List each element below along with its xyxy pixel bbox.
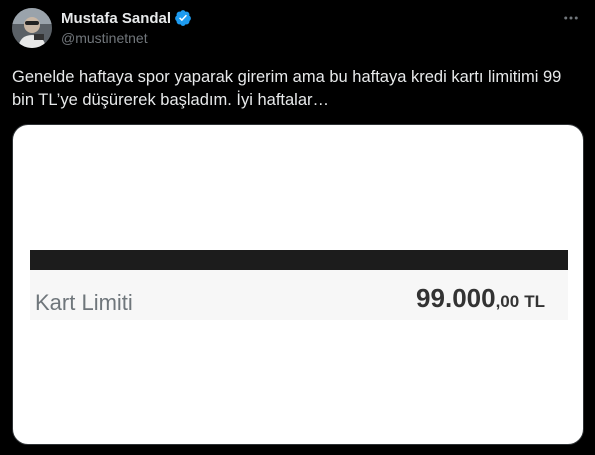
more-icon[interactable]	[561, 8, 581, 28]
card-header-bar	[30, 250, 568, 270]
card-limit-label: Kart Limiti	[35, 290, 133, 315]
amount-currency: TL	[524, 292, 545, 311]
avatar-image	[12, 8, 52, 48]
author-name-row[interactable]: Mustafa Sandal	[61, 9, 192, 27]
avatar[interactable]	[12, 8, 52, 48]
author-display-name[interactable]: Mustafa Sandal	[61, 10, 171, 27]
tweet: Mustafa Sandal @mustinetnet Genelde haft…	[0, 0, 595, 455]
card-limit-amount: 99.000,00 TL	[416, 283, 545, 314]
amount-main: 99.000	[416, 283, 496, 313]
tweet-media[interactable]: Kart Limiti 99.000,00 TL	[12, 124, 584, 445]
verified-badge-icon[interactable]	[174, 9, 192, 27]
tweet-text: Genelde haftaya spor yaparak girerim ama…	[12, 68, 562, 109]
author-handle[interactable]: @mustinetnet	[61, 30, 148, 46]
amount-decimal: ,00	[495, 292, 520, 311]
